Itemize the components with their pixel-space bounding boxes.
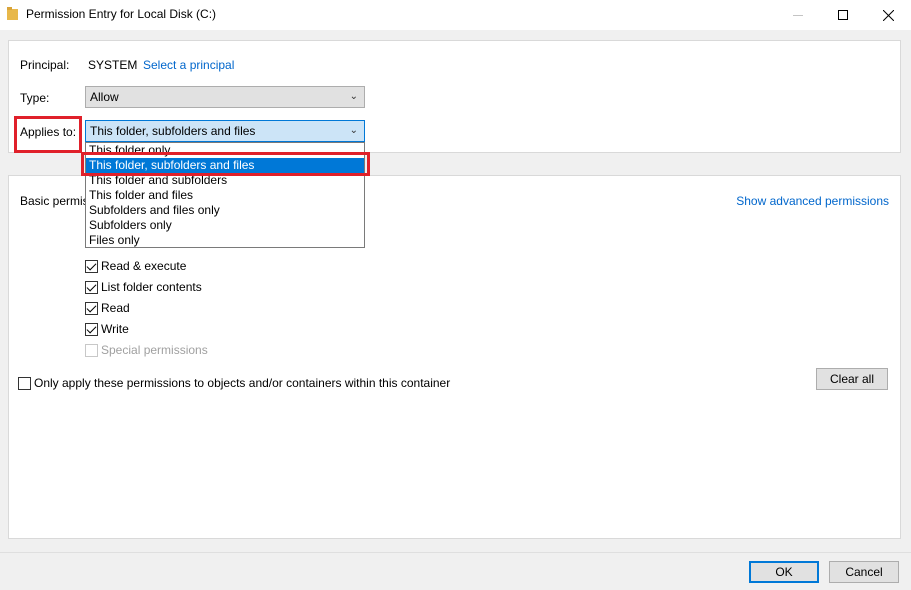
show-advanced-permissions-link[interactable]: Show advanced permissions [736,194,889,208]
permission-label: Read [101,301,130,315]
permission-label: Write [101,322,129,336]
permission-write[interactable]: Write [85,320,208,338]
minimize-icon [793,14,803,16]
maximize-icon [838,10,848,20]
maximize-button[interactable] [820,0,866,30]
permissions-list: Read & execute List folder contents Read… [85,257,208,359]
principal-value: SYSTEM [88,58,138,72]
minimize-button[interactable] [775,0,821,30]
checkbox[interactable] [85,259,98,273]
checkbox[interactable] [85,280,98,294]
type-dropdown[interactable]: Allow ⌄ [85,86,365,108]
applies-to-value: This folder, subfolders and files [90,124,256,138]
type-label: Type: [20,91,50,105]
title-bar: Permission Entry for Local Disk (C:) [0,0,911,30]
ok-button[interactable]: OK [749,561,819,583]
permission-read-execute[interactable]: Read & execute [85,257,208,275]
cancel-button[interactable]: Cancel [829,561,899,583]
permission-read[interactable]: Read [85,299,208,317]
close-button[interactable] [865,0,911,30]
clear-all-button[interactable]: Clear all [816,368,888,390]
chevron-down-icon: ⌄ [349,91,358,102]
permission-label: List folder contents [101,280,202,294]
checkbox[interactable] [85,322,98,336]
only-apply-option[interactable]: Only apply these permissions to objects … [18,374,450,392]
principal-label: Principal: [20,58,70,72]
permission-label: Read & execute [101,259,187,273]
window-title: Permission Entry for Local Disk (C:) [26,7,217,21]
permission-special: Special permissions [85,341,208,359]
applies-to-label: Applies to: [20,125,77,139]
close-icon [882,9,894,21]
checkbox [85,343,98,357]
type-value: Allow [90,90,119,104]
selected-option-highlight [81,152,370,176]
permission-label: Special permissions [101,343,208,357]
checkbox[interactable] [85,301,98,315]
applies-to-option[interactable]: This folder and files [86,188,364,203]
only-apply-label: Only apply these permissions to objects … [34,376,451,390]
applies-to-option[interactable]: Files only [86,233,364,248]
folder-icon [7,7,18,20]
applies-to-option[interactable]: Subfolders and files only [86,203,364,218]
chevron-down-icon: ⌄ [349,125,358,136]
permission-list-folder-contents[interactable]: List folder contents [85,278,208,296]
applies-to-option[interactable]: Subfolders only [86,218,364,233]
only-apply-checkbox[interactable] [18,376,31,390]
select-principal-link[interactable]: Select a principal [143,58,234,72]
applies-to-dropdown[interactable]: This folder, subfolders and files ⌄ [85,120,365,142]
